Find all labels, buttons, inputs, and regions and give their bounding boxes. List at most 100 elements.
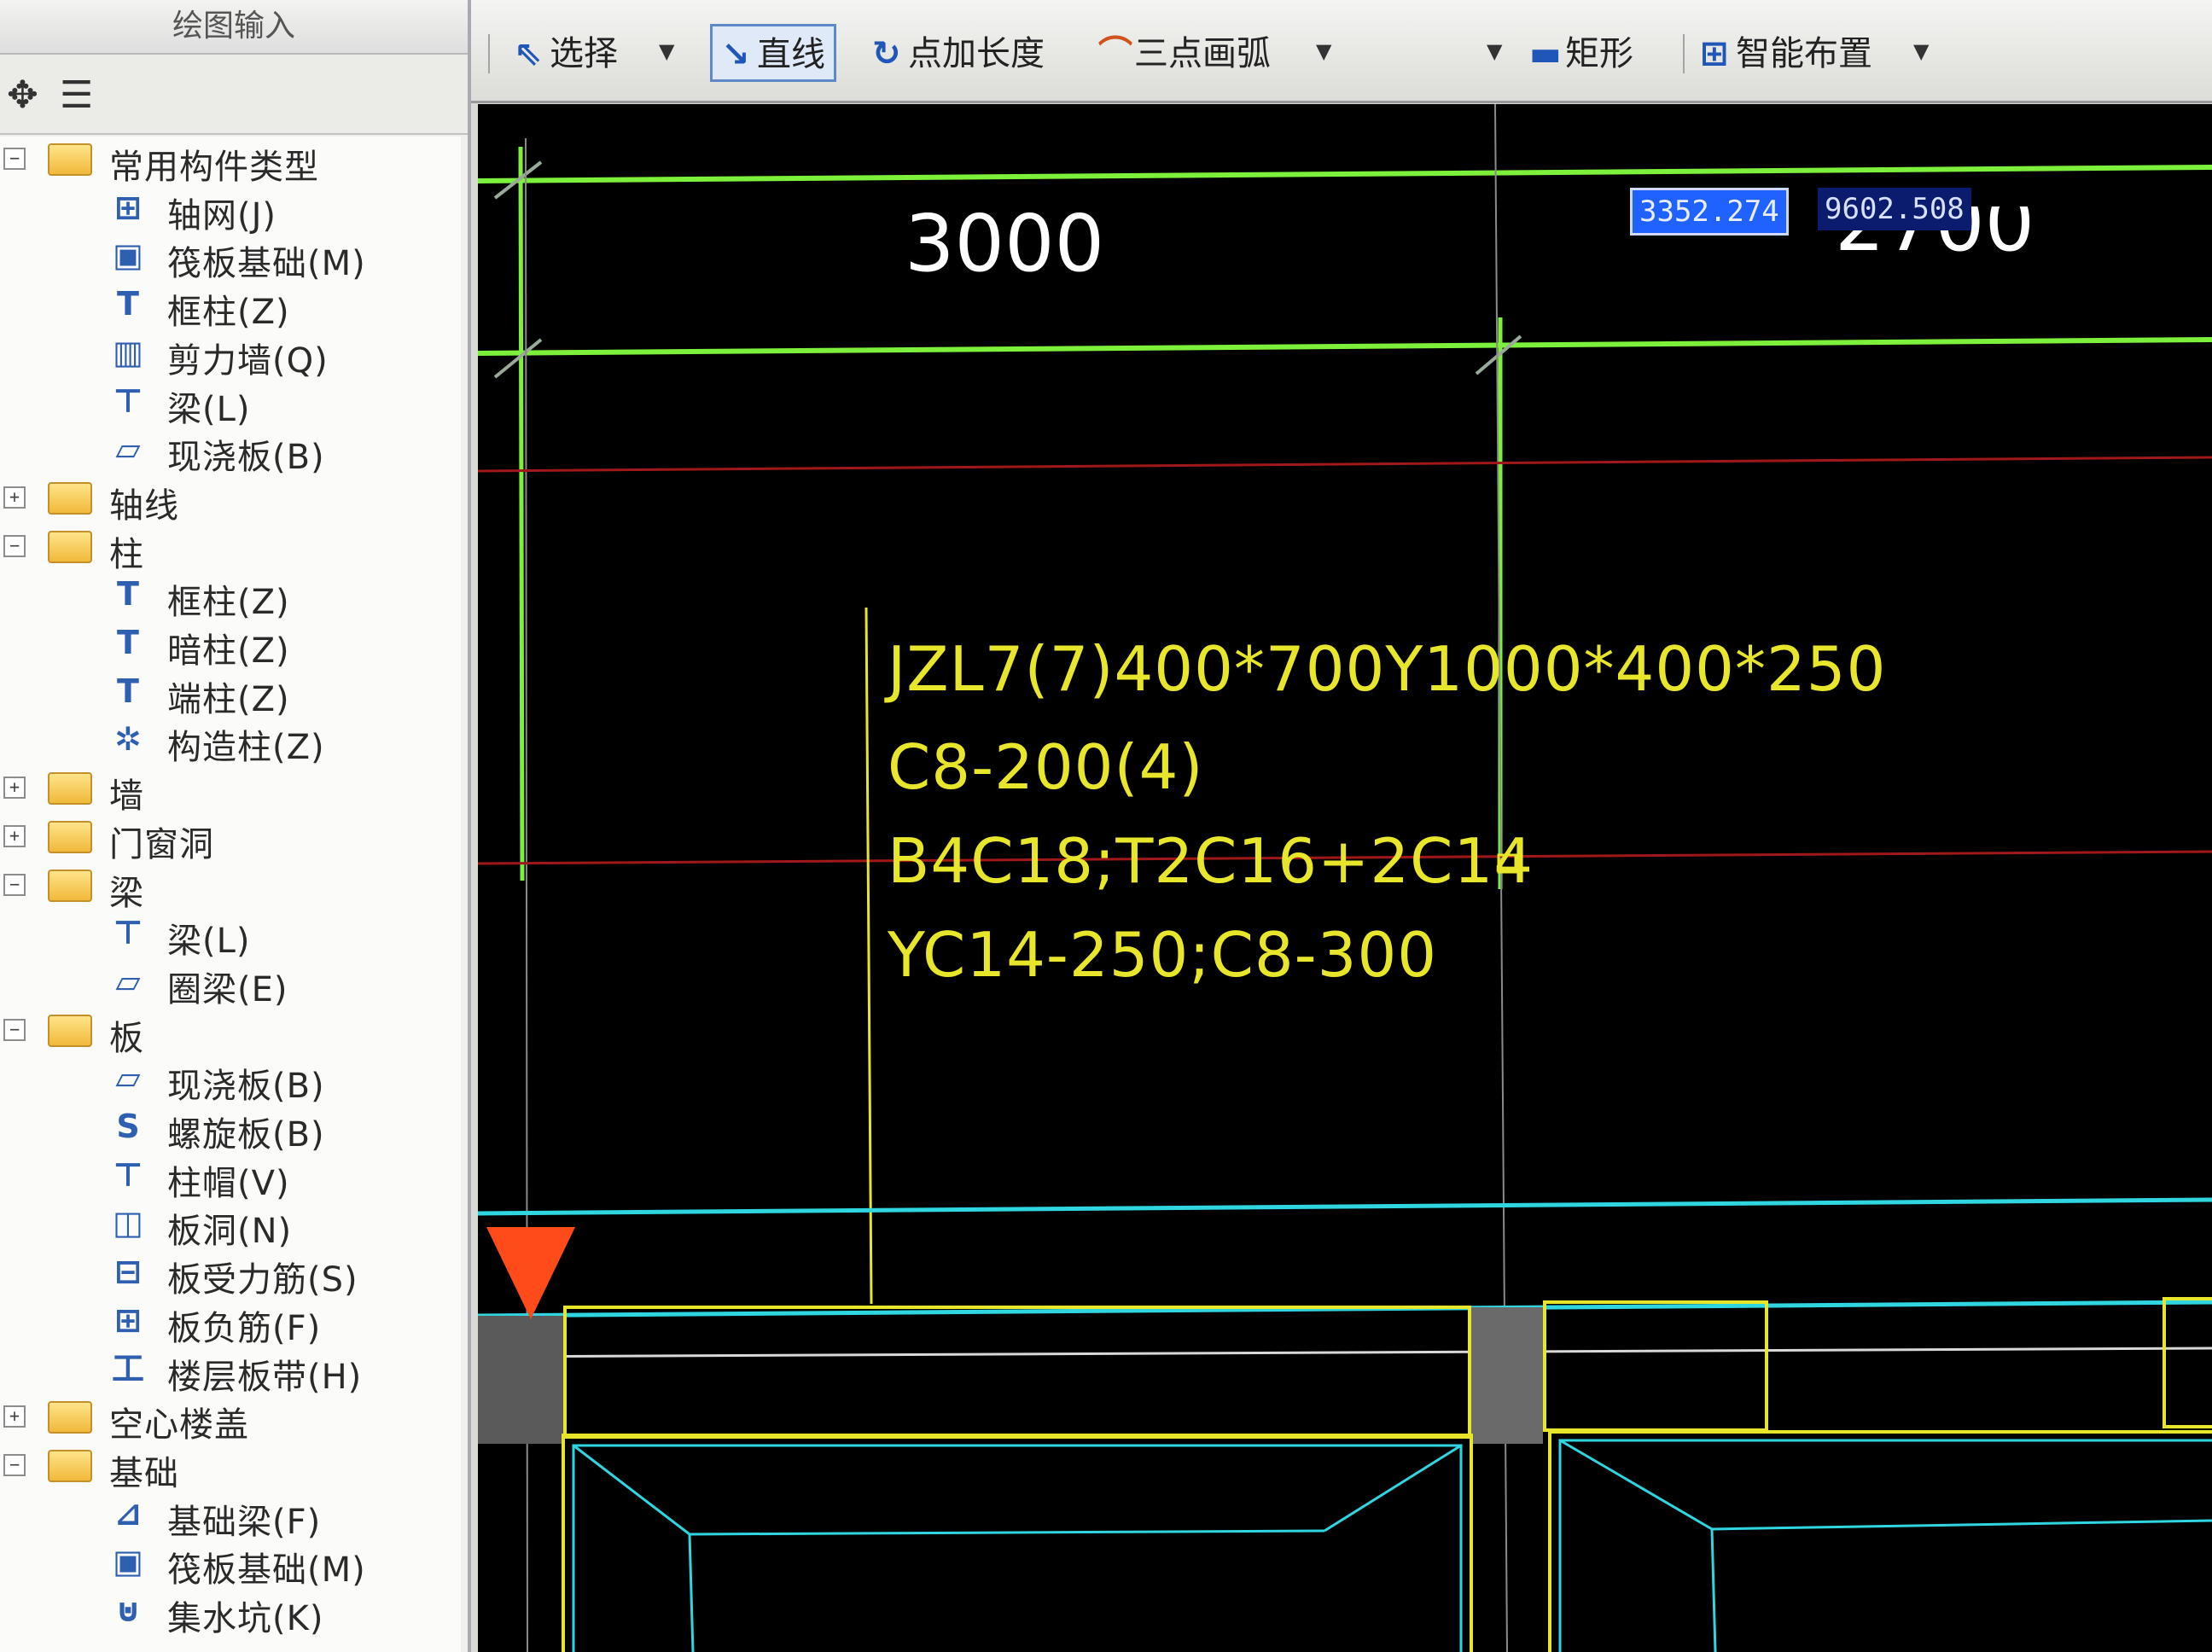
pit-outline [1548, 1430, 2212, 1652]
tree-item[interactable]: ✲ 构造柱(Z) [0, 717, 461, 767]
end-column-icon: T [117, 672, 139, 710]
three-point-arc-label: 三点画弧 [1134, 34, 1271, 73]
tree-item-label: 板受力筋(S) [167, 1260, 358, 1300]
tree-item[interactable]: ⊤ 柱帽(V) [0, 1153, 461, 1203]
expand-all-icon[interactable]: ✥ [7, 73, 38, 117]
select-dropdown-icon[interactable]: ▼ [659, 39, 674, 63]
tree-item[interactable]: ▥ 剪力墙(Q) [0, 330, 461, 381]
expand-toggle-icon[interactable]: + [3, 486, 26, 509]
tree-item[interactable]: T 端柱(Z) [0, 669, 461, 719]
tree-folder[interactable]: + 墙 [0, 765, 461, 816]
coord-y-input[interactable]: 9602.508 [1818, 188, 1971, 230]
tree-folder[interactable]: + 门窗洞 [0, 814, 461, 864]
tree-item[interactable]: ⊟ 板受力筋(S) [0, 1249, 461, 1300]
pit-bottom-edge [1711, 1519, 2212, 1531]
spiral-slab-icon: S [116, 1108, 140, 1145]
tree-item-label: 筏板基础(M) [167, 1550, 366, 1590]
collapse-toggle-icon[interactable]: − [3, 535, 26, 557]
tree-item-label: 框柱(Z) [167, 583, 290, 622]
drawing-canvas[interactable]: 3000 2700 3352.274 9602.508 JZL7(7)400*7… [478, 104, 2212, 1652]
tree-item[interactable]: ▣ 筏板基础(M) [0, 1539, 461, 1590]
tree-folder[interactable]: − 板 [0, 1008, 461, 1058]
tree-item-label: 基础 [109, 1454, 179, 1493]
tree-item-label: 圈梁(E) [167, 970, 288, 1009]
tree-item-label: 空心楼盖 [109, 1405, 249, 1445]
rectangle-button[interactable]: ▬ 矩形 [1529, 26, 1633, 79]
coord-x-input[interactable]: 3352.274 [1630, 188, 1789, 236]
collapse-toggle-icon[interactable]: − [3, 1454, 26, 1476]
pit-outer-edge [1558, 1439, 2212, 1652]
collapse-toggle-icon[interactable]: − [3, 874, 26, 896]
three-point-arc-button[interactable]: ⌒三点画弧 [1098, 26, 1271, 79]
tree-item[interactable]: ▱ 现浇板(B) [0, 427, 461, 477]
tree-folder[interactable]: − 柱 [0, 524, 461, 574]
tree-folder[interactable]: − 常用构件类型 [0, 137, 461, 187]
tree-item-label: 框柱(Z) [167, 293, 290, 332]
tree-item-label: 常用构件类型 [109, 148, 319, 187]
dimension-tick [493, 338, 543, 379]
beam-annotation-line-2: C8-200(4) [888, 731, 1204, 803]
tree-item-label: 柱帽(V) [167, 1164, 290, 1203]
expand-toggle-icon[interactable]: + [3, 825, 26, 847]
tree-item[interactable]: ▱ 现浇板(B) [0, 1056, 461, 1106]
line-button[interactable]: ↘ 直线 [710, 24, 836, 82]
tree-item[interactable]: T 框柱(Z) [0, 282, 461, 332]
beam-outline [563, 1306, 1471, 1439]
folder-icon [48, 1015, 92, 1047]
shear-wall-icon: ▥ [113, 334, 143, 371]
tree-item-label: 现浇板(B) [167, 1067, 325, 1106]
tree-item[interactable]: ▱ 圈梁(E) [0, 959, 461, 1009]
tree-item[interactable]: ⊍ 集水坑(K) [0, 1588, 461, 1638]
tree-folder[interactable]: − 梁 [0, 863, 461, 913]
red-axis-line [478, 456, 2212, 473]
collapse-toggle-icon[interactable]: − [3, 1019, 26, 1041]
tree-item[interactable]: T 暗柱(Z) [0, 620, 461, 671]
select-button[interactable]: ⇖ 选择 [514, 26, 618, 79]
tree-item-label: 板负筋(F) [167, 1309, 322, 1348]
floor-slab-band-icon: 工 [111, 1350, 144, 1387]
tree-item-label: 轴网(J) [167, 196, 277, 236]
line-label: 直线 [757, 35, 825, 74]
tree-item[interactable]: ⊤ 梁(L) [0, 379, 461, 429]
point-length-label: 点加长度 [908, 34, 1045, 73]
beam-annotation-line-3: B4C18;T2C16+2C14 [888, 825, 1534, 897]
tree-item[interactable]: T 框柱(Z) [0, 572, 461, 622]
tree-item[interactable]: 工楼层板带(H) [0, 1347, 461, 1397]
slab-hole-icon: ◫ [113, 1204, 143, 1242]
foundation-beam-icon: ⊿ [114, 1495, 142, 1533]
pit-slope-line [1559, 1439, 1713, 1531]
expand-toggle-icon[interactable]: + [3, 1405, 26, 1428]
tree-item[interactable]: ◫ 板洞(N) [0, 1201, 461, 1251]
select-label: 选择 [550, 34, 618, 73]
collapse-toggle-icon[interactable]: − [3, 148, 26, 170]
dimension-line-top [478, 165, 2212, 183]
rotate-point-icon: ↻ [872, 34, 901, 73]
pit-slope-line [1324, 1444, 1462, 1533]
toolbar-separator [488, 34, 490, 73]
tree-item[interactable]: S 螺旋板(B) [0, 1104, 461, 1155]
folder-icon [48, 1450, 92, 1482]
tree-item-label: 剪力墙(Q) [167, 341, 329, 381]
line-tool-icon: ↘ [721, 35, 750, 74]
point-length-button[interactable]: ↻ 点加长度 [872, 26, 1045, 79]
tree-folder[interactable]: − 基础 [0, 1443, 461, 1493]
collapse-all-icon[interactable]: ☰ [60, 73, 93, 117]
beam-edge-top [478, 1197, 2212, 1216]
tree-item[interactable]: ▣ 筏板基础(M) [0, 233, 461, 283]
tree-folder[interactable]: + 空心楼盖 [0, 1394, 461, 1445]
smart-layout-dropdown-icon[interactable]: ▼ [1913, 39, 1929, 63]
arc-dropdown-icon[interactable]: ▼ [1316, 39, 1331, 63]
tree-item[interactable]: ⊞ 板负筋(F) [0, 1298, 461, 1348]
folder-icon [48, 1401, 92, 1434]
tree-folder[interactable]: + 轴线 [0, 475, 461, 526]
tree-item[interactable]: ⊞ 轴网(J) [0, 185, 461, 236]
expand-toggle-icon[interactable]: + [3, 777, 26, 799]
smart-layout-button[interactable]: ⊞ 智能布置 [1700, 26, 1872, 79]
tree-item[interactable]: ⊿ 基础梁(F) [0, 1492, 461, 1542]
tree-item[interactable]: ⊤ 梁(L) [0, 910, 461, 961]
tree-item-label: 构造柱(Z) [167, 728, 325, 767]
shape-dropdown-icon[interactable]: ▼ [1487, 39, 1502, 63]
component-panel: 绘图输入 ✥ ☰ − 常用构件类型 ⊞ 轴网(J) ▣ 筏板基础(M) T 框柱(Z) ▥ 剪力墙… [0, 0, 471, 1652]
tree-item-label: 门窗洞 [109, 825, 214, 864]
beam-outline [2163, 1297, 2212, 1428]
